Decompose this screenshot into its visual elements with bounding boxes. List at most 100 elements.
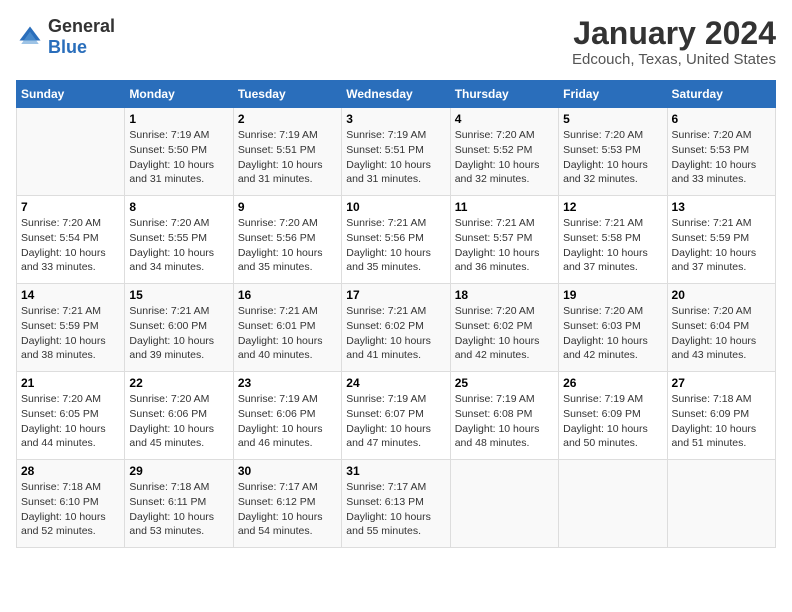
weekday-header-tuesday: Tuesday xyxy=(233,81,341,108)
day-number: 13 xyxy=(672,200,771,214)
logo-icon xyxy=(16,23,44,51)
day-number: 16 xyxy=(238,288,337,302)
day-detail: Sunrise: 7:21 AM Sunset: 5:58 PM Dayligh… xyxy=(563,216,662,275)
day-detail: Sunrise: 7:21 AM Sunset: 6:02 PM Dayligh… xyxy=(346,304,445,363)
calendar-cell: 2 Sunrise: 7:19 AM Sunset: 5:51 PM Daylig… xyxy=(233,108,341,196)
calendar-cell: 17 Sunrise: 7:21 AM Sunset: 6:02 PM Dayli… xyxy=(342,284,450,372)
day-number: 27 xyxy=(672,376,771,390)
day-detail: Sunrise: 7:21 AM Sunset: 5:59 PM Dayligh… xyxy=(672,216,771,275)
calendar-cell: 12 Sunrise: 7:21 AM Sunset: 5:58 PM Dayli… xyxy=(559,196,667,284)
day-number: 2 xyxy=(238,112,337,126)
weekday-header-row: SundayMondayTuesdayWednesdayThursdayFrid… xyxy=(17,81,776,108)
day-detail: Sunrise: 7:19 AM Sunset: 6:09 PM Dayligh… xyxy=(563,392,662,451)
day-detail: Sunrise: 7:20 AM Sunset: 5:54 PM Dayligh… xyxy=(21,216,120,275)
day-detail: Sunrise: 7:17 AM Sunset: 6:12 PM Dayligh… xyxy=(238,480,337,539)
calendar-cell: 30 Sunrise: 7:17 AM Sunset: 6:12 PM Dayli… xyxy=(233,460,341,548)
logo-text: General Blue xyxy=(48,16,115,58)
day-detail: Sunrise: 7:21 AM Sunset: 5:59 PM Dayligh… xyxy=(21,304,120,363)
calendar-header: SundayMondayTuesdayWednesdayThursdayFrid… xyxy=(17,81,776,108)
day-detail: Sunrise: 7:17 AM Sunset: 6:13 PM Dayligh… xyxy=(346,480,445,539)
calendar-cell: 14 Sunrise: 7:21 AM Sunset: 5:59 PM Dayli… xyxy=(17,284,125,372)
day-detail: Sunrise: 7:19 AM Sunset: 6:07 PM Dayligh… xyxy=(346,392,445,451)
day-detail: Sunrise: 7:19 AM Sunset: 5:51 PM Dayligh… xyxy=(346,128,445,187)
calendar-cell: 5Sunrise: 7:20 AM Sunset: 5:53 PM Daylig… xyxy=(559,108,667,196)
calendar-cell: 27Sunrise: 7:18 AM Sunset: 6:09 PM Dayli… xyxy=(667,372,775,460)
day-detail: Sunrise: 7:21 AM Sunset: 5:57 PM Dayligh… xyxy=(455,216,554,275)
day-detail: Sunrise: 7:19 AM Sunset: 6:08 PM Dayligh… xyxy=(455,392,554,451)
weekday-header-saturday: Saturday xyxy=(667,81,775,108)
day-number: 17 xyxy=(346,288,445,302)
weekday-header-thursday: Thursday xyxy=(450,81,558,108)
calendar-cell: 24 Sunrise: 7:19 AM Sunset: 6:07 PM Dayli… xyxy=(342,372,450,460)
day-number: 26 xyxy=(563,376,662,390)
day-number: 8 xyxy=(129,200,228,214)
day-number: 6 xyxy=(672,112,771,126)
day-number: 15 xyxy=(129,288,228,302)
calendar-cell: 16 Sunrise: 7:21 AM Sunset: 6:01 PM Dayli… xyxy=(233,284,341,372)
calendar-cell: 6 Sunrise: 7:20 AM Sunset: 5:53 PM Daylig… xyxy=(667,108,775,196)
calendar-week-row: 14 Sunrise: 7:21 AM Sunset: 5:59 PM Dayli… xyxy=(17,284,776,372)
day-detail: Sunrise: 7:19 AM Sunset: 5:51 PM Dayligh… xyxy=(238,128,337,187)
calendar-cell: 15 Sunrise: 7:21 AM Sunset: 6:00 PM Dayli… xyxy=(125,284,233,372)
day-detail: Sunrise: 7:19 AM Sunset: 6:06 PM Dayligh… xyxy=(238,392,337,451)
day-number: 24 xyxy=(346,376,445,390)
day-detail: Sunrise: 7:21 AM Sunset: 5:56 PM Dayligh… xyxy=(346,216,445,275)
calendar-cell: 13 Sunrise: 7:21 AM Sunset: 5:59 PM Dayli… xyxy=(667,196,775,284)
calendar-cell xyxy=(559,460,667,548)
calendar-cell: 19Sunrise: 7:20 AM Sunset: 6:03 PM Dayli… xyxy=(559,284,667,372)
day-detail: Sunrise: 7:21 AM Sunset: 6:00 PM Dayligh… xyxy=(129,304,228,363)
calendar-cell: 22Sunrise: 7:20 AM Sunset: 6:06 PM Dayli… xyxy=(125,372,233,460)
day-number: 14 xyxy=(21,288,120,302)
day-detail: Sunrise: 7:20 AM Sunset: 5:55 PM Dayligh… xyxy=(129,216,228,275)
main-title: January 2024 xyxy=(572,16,776,51)
weekday-header-sunday: Sunday xyxy=(17,81,125,108)
day-number: 18 xyxy=(455,288,554,302)
calendar-cell: 26 Sunrise: 7:19 AM Sunset: 6:09 PM Dayli… xyxy=(559,372,667,460)
calendar-cell xyxy=(17,108,125,196)
day-number: 11 xyxy=(455,200,554,214)
day-number: 29 xyxy=(129,464,228,478)
calendar-cell: 20Sunrise: 7:20 AM Sunset: 6:04 PM Dayli… xyxy=(667,284,775,372)
calendar-cell: 10 Sunrise: 7:21 AM Sunset: 5:56 PM Dayli… xyxy=(342,196,450,284)
calendar-week-row: 1Sunrise: 7:19 AM Sunset: 5:50 PM Daylig… xyxy=(17,108,776,196)
day-detail: Sunrise: 7:21 AM Sunset: 6:01 PM Dayligh… xyxy=(238,304,337,363)
calendar-week-row: 7 Sunrise: 7:20 AM Sunset: 5:54 PM Daylig… xyxy=(17,196,776,284)
weekday-header-friday: Friday xyxy=(559,81,667,108)
day-number: 31 xyxy=(346,464,445,478)
calendar-cell xyxy=(450,460,558,548)
day-detail: Sunrise: 7:20 AM Sunset: 5:53 PM Dayligh… xyxy=(563,128,662,187)
day-detail: Sunrise: 7:20 AM Sunset: 6:02 PM Dayligh… xyxy=(455,304,554,363)
day-number: 10 xyxy=(346,200,445,214)
calendar-cell: 21Sunrise: 7:20 AM Sunset: 6:05 PM Dayli… xyxy=(17,372,125,460)
calendar-cell: 31 Sunrise: 7:17 AM Sunset: 6:13 PM Dayli… xyxy=(342,460,450,548)
day-number: 3 xyxy=(346,112,445,126)
day-number: 23 xyxy=(238,376,337,390)
calendar-cell: 9Sunrise: 7:20 AM Sunset: 5:56 PM Daylig… xyxy=(233,196,341,284)
weekday-header-wednesday: Wednesday xyxy=(342,81,450,108)
day-detail: Sunrise: 7:19 AM Sunset: 5:50 PM Dayligh… xyxy=(129,128,228,187)
day-number: 4 xyxy=(455,112,554,126)
day-detail: Sunrise: 7:20 AM Sunset: 6:04 PM Dayligh… xyxy=(672,304,771,363)
day-detail: Sunrise: 7:20 AM Sunset: 5:56 PM Dayligh… xyxy=(238,216,337,275)
day-number: 30 xyxy=(238,464,337,478)
calendar-cell: 1Sunrise: 7:19 AM Sunset: 5:50 PM Daylig… xyxy=(125,108,233,196)
day-number: 28 xyxy=(21,464,120,478)
calendar-week-row: 21Sunrise: 7:20 AM Sunset: 6:05 PM Dayli… xyxy=(17,372,776,460)
day-detail: Sunrise: 7:18 AM Sunset: 6:10 PM Dayligh… xyxy=(21,480,120,539)
calendar-cell: 28 Sunrise: 7:18 AM Sunset: 6:10 PM Dayli… xyxy=(17,460,125,548)
day-number: 22 xyxy=(129,376,228,390)
title-block: January 2024 Edcouch, Texas, United Stat… xyxy=(572,16,776,68)
calendar-cell: 4Sunrise: 7:20 AM Sunset: 5:52 PM Daylig… xyxy=(450,108,558,196)
calendar-cell: 29Sunrise: 7:18 AM Sunset: 6:11 PM Dayli… xyxy=(125,460,233,548)
calendar-cell: 18 Sunrise: 7:20 AM Sunset: 6:02 PM Dayli… xyxy=(450,284,558,372)
logo: General Blue xyxy=(16,16,115,58)
day-number: 7 xyxy=(21,200,120,214)
day-detail: Sunrise: 7:20 AM Sunset: 5:53 PM Dayligh… xyxy=(672,128,771,187)
logo-blue: Blue xyxy=(48,37,87,57)
calendar-cell: 3 Sunrise: 7:19 AM Sunset: 5:51 PM Daylig… xyxy=(342,108,450,196)
page-header: General Blue January 2024 Edcouch, Texas… xyxy=(16,16,776,68)
logo-general: General xyxy=(48,16,115,36)
calendar-cell: 8 Sunrise: 7:20 AM Sunset: 5:55 PM Daylig… xyxy=(125,196,233,284)
day-number: 12 xyxy=(563,200,662,214)
calendar-cell: 25Sunrise: 7:19 AM Sunset: 6:08 PM Dayli… xyxy=(450,372,558,460)
